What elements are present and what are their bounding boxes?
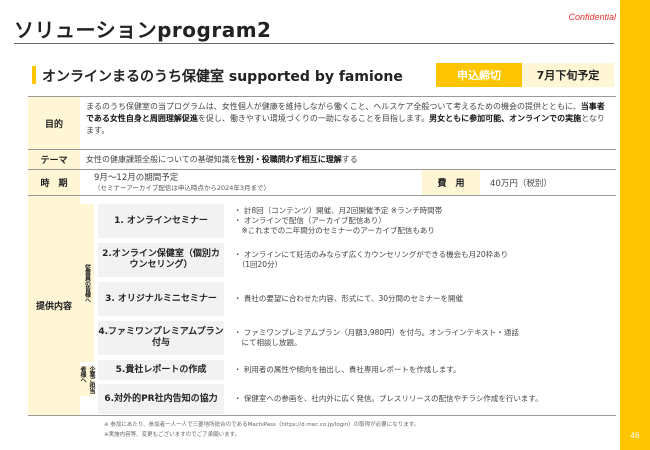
offer-item-mini-seminar: 3. オリジナルミニセミナー ・ 貴社の要望に合わせた内容、形式にて、30分間の… — [98, 282, 616, 316]
period-note: （セミナーアーカイブ配信は申込時点から2024年3月まで） — [94, 184, 271, 192]
detail-line: ・ 利用者の属性や傾向を抽出し、貴社専用レポートを作成します。 — [234, 365, 461, 374]
title-divider — [14, 43, 614, 44]
detail-line: ・ オンラインにて妊活のみならず広くカウンセリングができる機会も月20枠あり — [234, 250, 509, 259]
purpose-label: 目的 — [28, 97, 80, 149]
detail-line: ・ オンラインで配信（アーカイブ配信あり） — [234, 216, 386, 225]
theme-text: 女性の健康課題全般についての基礎知識を 性別・役職問わず相互に理解 する — [84, 150, 616, 169]
offer-item-report: 5.貴社レポートの作成 ・ 利用者の属性や傾向を抽出し、貴社専用レポートを作成し… — [98, 360, 616, 380]
offer-item-seminar: 1. オンラインセミナー ・ 計8回（コンテンツ）開催、月2回開催予定 ※ランチ… — [98, 204, 616, 238]
offer-item-title: 1. オンラインセミナー — [98, 204, 224, 238]
page-title: ソリューションprogram2 — [14, 18, 272, 42]
footnote: ※実施内容等、変更もございますのでご了承願います。 — [104, 432, 241, 438]
offer-item-pr: 6.対外的PR社内告知の協力 ・ 保健室への参画を、社内外に広く発信。プレスリリ… — [98, 384, 616, 414]
confidential-mark: Confidential — [568, 12, 616, 22]
offer-item-premium-plan: 4.ファミワンプレミアムプラン付与 ・ ファミワンプレミアムプラン（月額3,98… — [98, 321, 616, 355]
footnote: ※ 参加にあたり、参加者一人一人で三菱地所総合のであるMachiPass（htt… — [104, 422, 420, 428]
theme-text-part: 女性の健康課題全般についての基礎知識を — [86, 155, 238, 164]
offer-item-title: 2.オンライン保健室（個別カウンセリング） — [98, 243, 224, 277]
purpose-text-part: まるのうち保健室の当プログラムは、女性個人が健康を維持しながら働くこと、ヘルスケ… — [86, 102, 581, 111]
detail-line: ・ 保健室への参画を、社内外に広く発信。プレスリリースの配信やチラシ作成を行いま… — [234, 394, 543, 403]
period-label: 時 期 — [28, 170, 80, 195]
offer-item-title: 6.対外的PR社内告知の協力 — [98, 384, 224, 414]
row-purpose: 目的 まるのうち保健室の当プログラムは、女性個人が健康を維持しながら働くこと、ヘ… — [28, 96, 616, 150]
group-label-company: 企業ご担当者様へ — [79, 366, 95, 396]
apply-deadline-date: 7月下旬予定 — [522, 63, 614, 87]
accent-side-bar — [620, 0, 650, 450]
detail-line: にて相談し放題。 — [234, 338, 302, 347]
offer-item-detail: ・ 計8回（コンテンツ）開催、月2回開催予定 ※ランチ時間帯 ・ オンラインで配… — [224, 204, 616, 238]
offer-item-detail: ・ ファミワンプレミアムプラン（月額3,980円）を付与。オンラインテキスト・通… — [224, 321, 616, 355]
offer-item-title: 4.ファミワンプレミアムプラン付与 — [98, 321, 224, 355]
row-offer: 提供内容 従業員の皆様へ 企業ご担当者様へ 1. オンラインセミナー ・ 計8回… — [28, 196, 616, 416]
theme-text-bold: 性別・役職問わず相互に理解 — [237, 155, 342, 164]
theme-label: テーマ — [28, 150, 80, 169]
program-table: 目的 まるのうち保健室の当プログラムは、女性個人が健康を維持しながら働くこと、ヘ… — [28, 96, 616, 416]
offer-item-counseling: 2.オンライン保健室（個別カウンセリング） ・ オンラインにて妊活のみならず広く… — [98, 243, 616, 277]
page-number: 46 — [630, 431, 640, 440]
group-label-employees: 従業員の皆様へ — [80, 204, 94, 362]
fee-value: 40万円（税別） — [490, 178, 552, 189]
purpose-text: まるのうち保健室の当プログラムは、女性個人が健康を維持しながら働くこと、ヘルスケ… — [84, 97, 616, 149]
purpose-text-part: を促し、働きやすい環境づくりの一助になることを目指します。 — [197, 114, 430, 123]
apply-deadline-label: 申込締切 — [436, 63, 522, 87]
fee-label: 費 用 — [422, 170, 480, 195]
section-marker — [32, 66, 36, 84]
period-text: 9月～12月の期間予定 （セミナーアーカイブ配信は申込時点から2024年3月まで… — [94, 173, 270, 193]
section-title: オンラインまるのうち保健室 supported by famione — [42, 69, 403, 85]
offer-item-title: 3. オリジナルミニセミナー — [98, 282, 224, 316]
purpose-text-bold: 男女ともに参加可能、オンラインでの実施 — [429, 114, 582, 123]
detail-line: ※これまでの二年間分のセミナーのアーカイブ配信もあり — [234, 226, 435, 235]
detail-line: ・ ファミワンプレミアムプラン（月額3,980円）を付与。オンラインテキスト・通… — [234, 328, 519, 337]
offer-item-detail: ・ 貴社の要望に合わせた内容、形式にて、30分間のセミナーを開催 — [224, 282, 616, 316]
offer-item-detail: ・ 保健室への参画を、社内外に広く発信。プレスリリースの配信やチラシ作成を行いま… — [224, 384, 616, 414]
footnotes: ※ 参加にあたり、参加者一人一人で三菱地所総合のであるMachiPass（htt… — [104, 420, 419, 440]
detail-line: ・ 貴社の要望に合わせた内容、形式にて、30分間のセミナーを開催 — [234, 294, 464, 303]
offer-item-detail: ・ オンラインにて妊活のみならず広くカウンセリングができる機会も月20枠あり （… — [224, 243, 616, 277]
detail-line: ・ 計8回（コンテンツ）開催、月2回開催予定 ※ランチ時間帯 — [234, 206, 443, 215]
offer-item-detail: ・ 利用者の属性や傾向を抽出し、貴社専用レポートを作成します。 — [224, 360, 616, 380]
row-theme: テーマ 女性の健康課題全般についての基礎知識を 性別・役職問わず相互に理解 する — [28, 150, 616, 170]
offer-label: 提供内容 — [28, 196, 80, 415]
offer-item-title: 5.貴社レポートの作成 — [98, 360, 224, 380]
detail-line: （1回20分） — [234, 260, 283, 269]
period-range: 9月～12月の期間予定 — [94, 173, 179, 183]
row-period: 時 期 9月～12月の期間予定 （セミナーアーカイブ配信は申込時点から2024年… — [28, 170, 616, 196]
theme-text-part: する — [341, 155, 358, 164]
